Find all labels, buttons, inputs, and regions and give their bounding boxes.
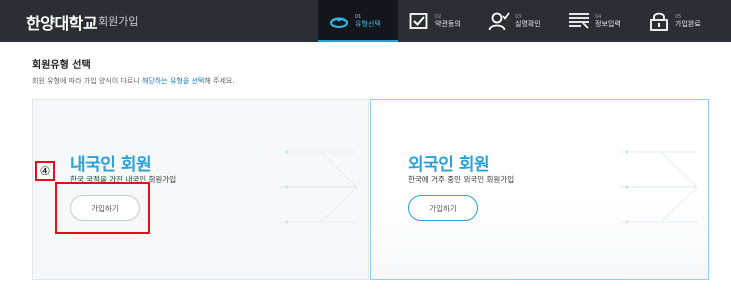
user-check-icon	[488, 10, 510, 32]
step-label: 약관동의	[435, 19, 461, 28]
brand-logo[interactable]: 한양대학교	[26, 10, 98, 34]
step-number: 01	[355, 13, 362, 20]
form-list-icon	[568, 10, 590, 32]
signup-page: 한양대학교 회원가입 01 유형선택 02 약관동의 03 실명확인 04 정보…	[0, 0, 731, 295]
step-terms-agree[interactable]: 02 약관동의	[398, 0, 478, 42]
brand-subtitle: 회원가입	[98, 15, 139, 28]
step-number: 04	[595, 13, 602, 20]
step-label: 유형선택	[355, 19, 381, 28]
top-header: 한양대학교 회원가입 01 유형선택 02 약관동의 03 실명확인 04 정보…	[0, 0, 731, 42]
decorative-arrow-graphic	[619, 150, 698, 224]
card-title: 내국인 회원	[70, 155, 152, 175]
signup-steps: 01 유형선택 02 약관동의 03 실명확인 04 정보입력 05 가입완료	[318, 0, 718, 42]
section-title: 회원유형 선택	[32, 60, 91, 71]
decorative-arrow-graphic	[279, 150, 358, 224]
foreign-member-card[interactable]: 외국인 회원 한국에 거주 중인 외국인 회원가입 가입하기	[370, 99, 709, 280]
instruction-text: 회원 유형에 따라 가입 양식이 다르니 해당하는 유형을 선택해 주세요.	[32, 77, 235, 85]
instruction-highlight: 해당하는 유형을 선택	[141, 77, 205, 85]
step-signup-complete[interactable]: 05 가입완료	[638, 0, 718, 42]
foreign-join-button[interactable]: 가입하기	[408, 195, 478, 221]
step-number: 05	[675, 13, 682, 20]
annotation-highlight-box	[55, 182, 150, 234]
card-subtitle: 한국에 거주 중인 외국인 회원가입	[408, 175, 515, 184]
user-type-icon	[328, 10, 350, 32]
step-number: 02	[435, 13, 442, 20]
step-label: 정보입력	[595, 19, 621, 28]
step-number: 03	[515, 13, 522, 20]
step-type-select[interactable]: 01 유형선택	[318, 0, 398, 42]
step-info-input[interactable]: 04 정보입력	[558, 0, 638, 42]
lock-icon	[648, 10, 670, 32]
card-title: 외국인 회원	[408, 155, 490, 175]
step-label: 가입완료	[675, 19, 701, 28]
checkbox-icon	[408, 10, 430, 32]
step-label: 실명확인	[515, 19, 541, 28]
annotation-step-badge: ④	[35, 161, 55, 181]
step-name-verify[interactable]: 03 실명확인	[478, 0, 558, 42]
